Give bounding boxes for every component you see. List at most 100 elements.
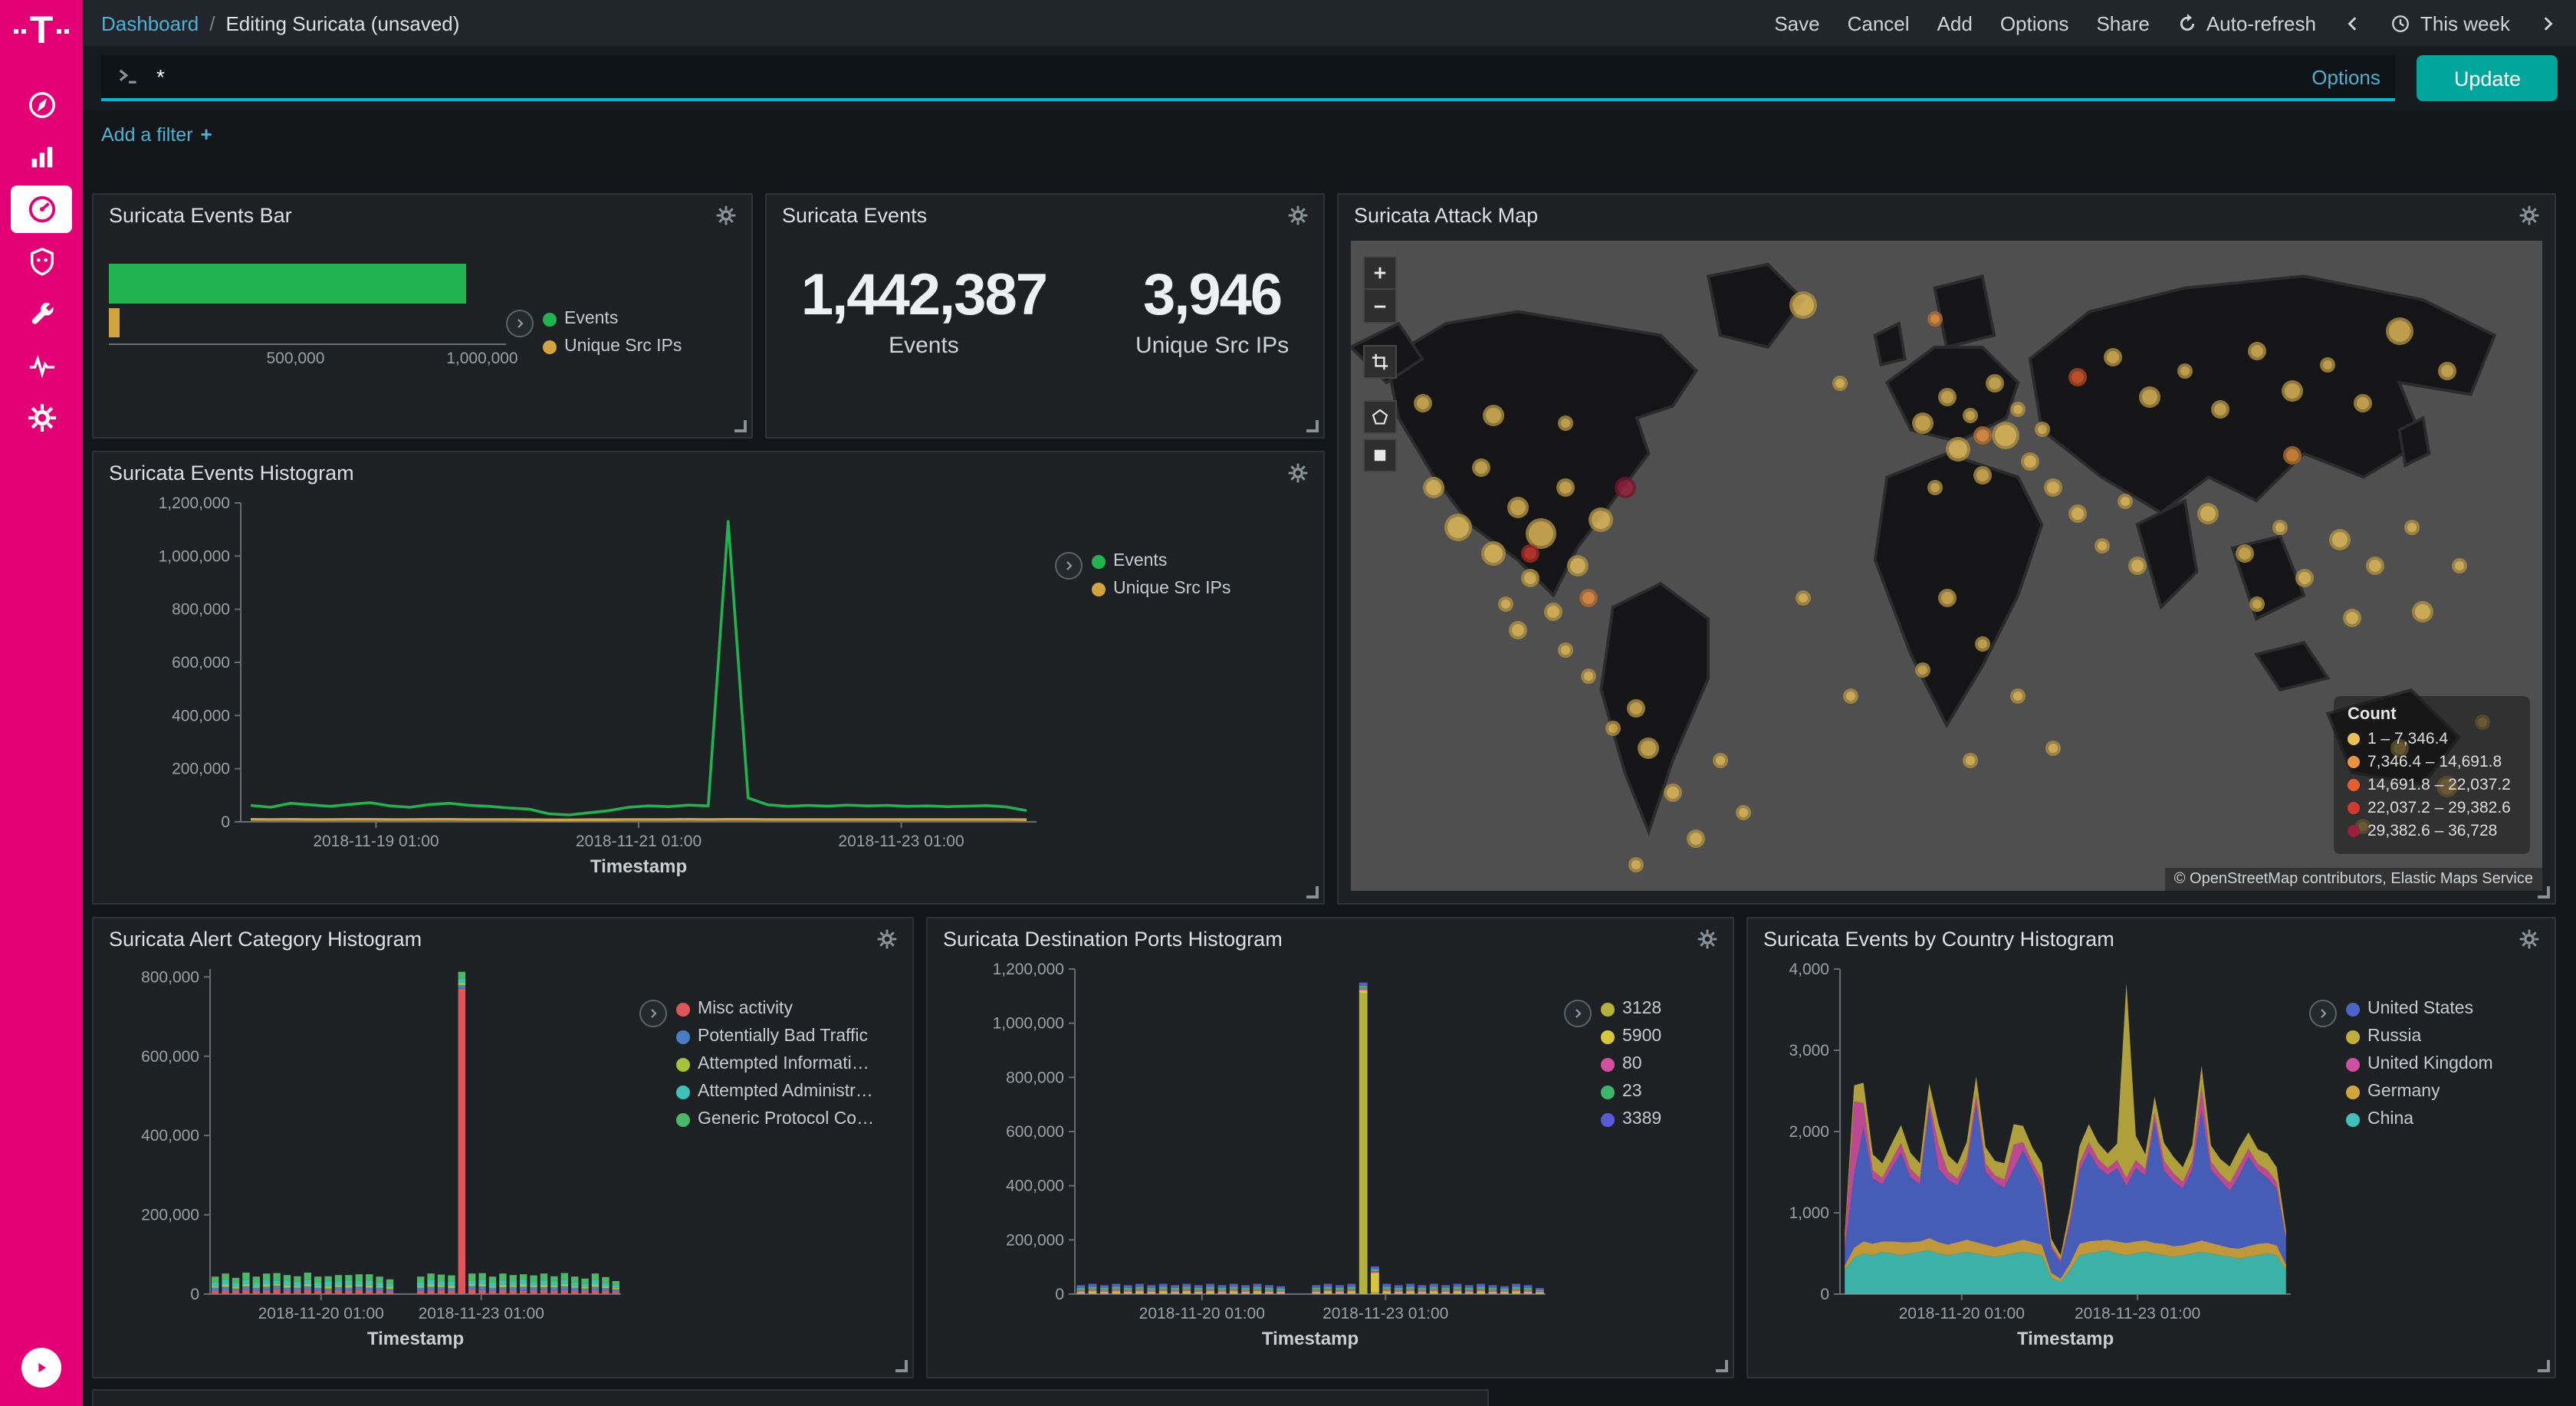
- map-marker[interactable]: [1582, 669, 1597, 684]
- map-marker[interactable]: [1520, 544, 1539, 562]
- map-marker[interactable]: [2354, 394, 2373, 412]
- legend-toggle-button[interactable]: [1055, 552, 1083, 580]
- bar-events[interactable]: [109, 264, 466, 304]
- time-range-button[interactable]: This week: [2391, 11, 2510, 34]
- legend-item[interactable]: Events: [1092, 552, 1230, 570]
- map-marker[interactable]: [1947, 436, 1971, 461]
- legend-item[interactable]: Potentially Bad Traffic: [676, 1027, 874, 1046]
- map-marker[interactable]: [1927, 311, 1942, 327]
- map-marker[interactable]: [1509, 622, 1527, 640]
- map-marker[interactable]: [2045, 478, 2063, 497]
- map-marker[interactable]: [1498, 597, 1513, 613]
- map-marker[interactable]: [1605, 721, 1621, 736]
- map-marker[interactable]: [1687, 829, 1706, 848]
- map-marker[interactable]: [2413, 600, 2434, 622]
- map-marker[interactable]: [1481, 540, 1506, 565]
- map-draw-polygon-button[interactable]: [1363, 400, 1397, 434]
- map-marker[interactable]: [2366, 557, 2384, 575]
- panel-gear-button[interactable]: [1288, 205, 1308, 225]
- panel-resize-handle[interactable]: [895, 1360, 908, 1372]
- sidebar-item-dashboard[interactable]: [11, 186, 72, 233]
- update-button[interactable]: Update: [2417, 55, 2558, 101]
- tmobile-logo[interactable]: T: [15, 12, 69, 51]
- map-marker[interactable]: [1664, 784, 1682, 803]
- map-marker[interactable]: [1580, 589, 1598, 607]
- query-input[interactable]: [156, 64, 2296, 89]
- panel-gear-button[interactable]: [877, 929, 897, 949]
- legend-item[interactable]: 7,346.4 – 14,691.8: [2348, 753, 2516, 771]
- map-marker[interactable]: [1589, 508, 1613, 533]
- legend-item[interactable]: Misc activity: [676, 1000, 874, 1018]
- map-marker[interactable]: [2068, 504, 2087, 523]
- map-marker[interactable]: [1558, 642, 1573, 658]
- legend-item[interactable]: Unique Src IPs: [1092, 580, 1230, 598]
- map-marker[interactable]: [2104, 349, 2123, 367]
- map-marker[interactable]: [2094, 539, 2109, 554]
- map-marker[interactable]: [1937, 589, 1956, 607]
- panel-resize-handle[interactable]: [1306, 420, 1319, 432]
- legend-item[interactable]: 3128: [1601, 1000, 1661, 1018]
- bar-unique-src-ips[interactable]: [109, 308, 120, 337]
- map-marker[interactable]: [1444, 513, 1472, 540]
- map-marker[interactable]: [1973, 465, 1992, 484]
- sidebar-collapse-button[interactable]: [21, 1348, 61, 1388]
- map-marker[interactable]: [2282, 379, 2303, 401]
- map-marker[interactable]: [2068, 368, 2087, 386]
- legend-item[interactable]: Attempted Informati…: [676, 1055, 874, 1073]
- map-marker[interactable]: [1832, 376, 1847, 392]
- map-marker[interactable]: [1483, 406, 1504, 427]
- legend-item[interactable]: 22,037.2 – 29,382.6: [2348, 799, 2516, 817]
- legend-item[interactable]: 14,691.8 – 22,037.2: [2348, 776, 2516, 794]
- map-marker[interactable]: [2138, 386, 2160, 408]
- map-marker[interactable]: [1937, 388, 1956, 406]
- map-marker[interactable]: [2236, 544, 2254, 562]
- legend-item[interactable]: Russia: [2346, 1027, 2493, 1046]
- map-marker[interactable]: [2404, 519, 2419, 534]
- panel-resize-handle[interactable]: [1306, 886, 1319, 898]
- sidebar-item-management[interactable]: [11, 394, 72, 442]
- attack-map[interactable]: Count 1 – 7,346.47,346.4 – 14,691.814,69…: [1351, 241, 2542, 891]
- legend-item[interactable]: 80: [1601, 1055, 1661, 1073]
- map-marker[interactable]: [2272, 519, 2288, 534]
- map-marker[interactable]: [1975, 636, 1990, 652]
- legend-toggle-button[interactable]: [639, 1000, 667, 1027]
- add-button[interactable]: Add: [1937, 11, 1973, 34]
- legend-item[interactable]: 29,382.6 – 36,728: [2348, 822, 2516, 840]
- auto-refresh-button[interactable]: Auto-refresh: [2177, 11, 2316, 34]
- map-fit-bounds-button[interactable]: [1363, 345, 1397, 379]
- legend-item[interactable]: Events: [543, 310, 682, 328]
- map-marker[interactable]: [2021, 452, 2039, 471]
- map-marker[interactable]: [1638, 737, 1660, 758]
- map-marker[interactable]: [2295, 570, 2313, 588]
- map-marker[interactable]: [1844, 688, 1859, 704]
- map-marker[interactable]: [2010, 688, 2026, 704]
- sidebar-item-discover[interactable]: [11, 81, 72, 129]
- panel-resize-handle[interactable]: [2538, 886, 2550, 898]
- map-marker[interactable]: [1473, 459, 1491, 478]
- save-button[interactable]: Save: [1774, 11, 1819, 34]
- panel-gear-button[interactable]: [1697, 929, 1717, 949]
- map-marker[interactable]: [2118, 493, 2133, 508]
- legend-item[interactable]: United Kingdom: [2346, 1055, 2493, 1073]
- map-marker[interactable]: [1973, 426, 1992, 445]
- panel-gear-button[interactable]: [1288, 463, 1308, 483]
- map-marker[interactable]: [2451, 558, 2466, 573]
- sidebar-item-devtools[interactable]: [11, 290, 72, 337]
- legend-item[interactable]: China: [2346, 1110, 2493, 1128]
- map-marker[interactable]: [1558, 415, 1573, 430]
- map-marker[interactable]: [1544, 602, 1562, 620]
- cancel-button[interactable]: Cancel: [1848, 11, 1910, 34]
- legend-toggle-button[interactable]: [1564, 1000, 1592, 1027]
- legend-item[interactable]: United States: [2346, 1000, 2493, 1018]
- legend-item[interactable]: Attempted Administr…: [676, 1082, 874, 1101]
- panel-resize-handle[interactable]: [2538, 1360, 2550, 1372]
- map-marker[interactable]: [1915, 662, 1930, 678]
- add-filter-button[interactable]: Add a filter +: [101, 123, 212, 146]
- panel-resize-handle[interactable]: [1716, 1360, 1728, 1372]
- query-options-link[interactable]: Options: [2312, 65, 2380, 88]
- map-marker[interactable]: [2010, 402, 2026, 417]
- map-marker[interactable]: [2342, 609, 2361, 627]
- share-button[interactable]: Share: [2096, 11, 2149, 34]
- legend-toggle-button[interactable]: [2309, 1000, 2337, 1027]
- map-marker[interactable]: [1413, 394, 1431, 412]
